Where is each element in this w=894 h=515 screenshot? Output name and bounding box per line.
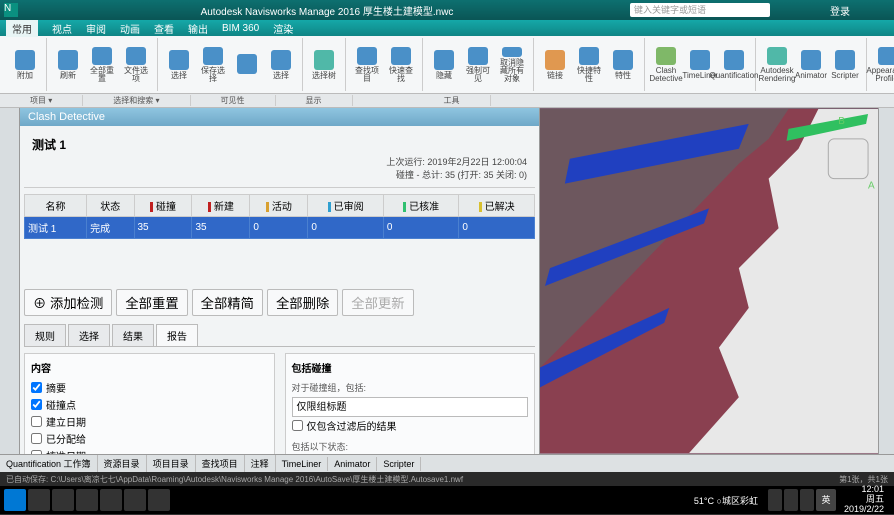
content-title: 内容 [31, 360, 268, 375]
task-icon[interactable] [28, 489, 50, 511]
test-btn-4[interactable]: 全部更新 [342, 289, 413, 316]
btab-Quantification 工作簿[interactable]: Quantification 工作簿 [0, 455, 98, 472]
sub-ribbon: 项目 ▾选择和搜索 ▾可见性显示工具 [0, 94, 894, 108]
panel-title: Clash Detective [20, 108, 539, 126]
sheet-status: 第1张，共1张 [839, 474, 888, 485]
ribbon-附加[interactable]: 附加 [10, 47, 40, 83]
windows-taskbar: 51°C ○城区彩虹 英 12:01周五2019/2/22 [0, 486, 894, 514]
test-btn-1[interactable]: 全部重置 [116, 289, 187, 316]
menu-view[interactable]: 查看 [154, 21, 174, 36]
ribbon: 附加刷新全部重置文件选项选择保存选择选择选择树查找项目快速查找隐藏强制可见取消隐… [0, 36, 894, 94]
3d-viewport[interactable]: B A [540, 108, 878, 454]
ribbon-特性[interactable]: 特性 [608, 47, 638, 83]
tab-报告[interactable]: 报告 [156, 324, 198, 346]
table-row[interactable]: 测试 1完成35350000 [25, 217, 535, 239]
ribbon-Scripter[interactable]: Scripter [830, 47, 860, 83]
task-icon[interactable] [100, 489, 122, 511]
bottom-tabs: Quantification 工作簿资源目录项目目录查找项目注释TimeLine… [0, 454, 894, 472]
ribbon-Appearance Profiler[interactable]: Appearance Profiler [873, 47, 894, 83]
ribbon-强制可见[interactable]: 强制可见 [463, 47, 493, 83]
menu-viewpoint[interactable]: 视点 [52, 21, 72, 36]
btab-Scripter[interactable]: Scripter [377, 457, 421, 471]
btab-查找项目[interactable]: 查找项目 [196, 455, 245, 472]
ribbon-选择树[interactable]: 选择树 [309, 47, 339, 83]
tray-icon[interactable] [800, 489, 814, 511]
svg-text:B: B [838, 116, 845, 127]
chk-摘要: 摘要 [31, 379, 268, 396]
ribbon-Quantification[interactable]: Quantification [719, 47, 749, 83]
task-icon[interactable] [124, 489, 146, 511]
menu-output[interactable]: 输出 [188, 21, 208, 36]
ribbon-全部重置[interactable]: 全部重置 [87, 47, 117, 83]
system-clock[interactable]: 12:01周五2019/2/22 [838, 485, 890, 515]
last-run: 上次运行: 2019年2月22日 12:00:04 [32, 155, 527, 168]
clash-table: 名称状态碰撞新建活动已审阅已核准已解决 测试 1完成35350000 [24, 194, 535, 239]
tab-选择[interactable]: 选择 [68, 324, 110, 346]
menu-animation[interactable]: 动画 [120, 21, 140, 36]
ribbon-Autodesk Rendering[interactable]: Autodesk Rendering [762, 47, 792, 83]
app-logo: N [4, 3, 18, 17]
clash-summary: 碰撞 - 总计: 35 (打开: 35 关闭: 0) [32, 168, 527, 181]
ribbon-快捷特性[interactable]: 快捷特性 [574, 47, 604, 83]
ribbon-取消隐藏所有对象[interactable]: 取消隐藏所有对象 [497, 47, 527, 83]
menu-bar: 常用 视点 审阅 动画 查看 输出 BIM 360 渲染 [0, 20, 894, 36]
tab-结果[interactable]: 结果 [112, 324, 154, 346]
ribbon-保存选择[interactable]: 保存选择 [198, 47, 228, 83]
autosave-status: 已自动保存: C:\Users\离凉七七\AppData\Roaming\Aut… [6, 474, 463, 485]
task-icon[interactable] [76, 489, 98, 511]
chk-碰撞点: 碰撞点 [31, 396, 268, 413]
filter-only-chk[interactable] [292, 420, 303, 431]
btab-资源目录[interactable]: 资源目录 [98, 455, 147, 472]
include-title: 包括碰撞 [292, 360, 529, 375]
test-name: 测试 1 [32, 136, 527, 153]
btab-TimeLiner[interactable]: TimeLiner [276, 457, 329, 471]
btab-Animator[interactable]: Animator [328, 457, 377, 471]
include-sub1: 对于碰撞组，包括: [292, 381, 529, 394]
menu-render[interactable]: 渲染 [273, 21, 293, 36]
left-dock[interactable] [0, 108, 20, 454]
btab-项目目录[interactable]: 项目目录 [147, 455, 196, 472]
right-dock[interactable] [878, 108, 894, 454]
start-button[interactable] [4, 489, 26, 511]
tray-icon[interactable] [768, 489, 782, 511]
task-icon[interactable] [52, 489, 74, 511]
ribbon-刷新[interactable]: 刷新 [53, 47, 83, 83]
clash-panel: Clash Detective 测试 1 上次运行: 2019年2月22日 12… [20, 108, 540, 454]
login-link[interactable]: 登录 [830, 3, 850, 18]
chk-建立日期: 建立日期 [31, 413, 268, 430]
ribbon-查找项目[interactable]: 查找项目 [352, 47, 382, 83]
test-btn-2[interactable]: 全部精简 [192, 289, 263, 316]
ribbon-选择[interactable]: 选择 [164, 47, 194, 83]
search-box[interactable]: 键入关键字或短语 [630, 3, 770, 17]
test-btn-3[interactable]: 全部删除 [267, 289, 338, 316]
include-sub2: 包括以下状态: [292, 440, 529, 453]
ribbon-隐藏[interactable]: 隐藏 [429, 47, 459, 83]
ribbon-选择[interactable]: 选择 [266, 47, 296, 83]
menu-home[interactable]: 常用 [6, 20, 38, 37]
task-icon[interactable] [148, 489, 170, 511]
ribbon-Animator[interactable]: Animator [796, 47, 826, 83]
test-btn-0[interactable]: ⊕ 添加检测 [24, 289, 112, 316]
tray-ime[interactable]: 英 [816, 489, 836, 511]
tab-规则[interactable]: 规则 [24, 324, 66, 346]
svg-text:A: A [868, 181, 875, 192]
tray-icon[interactable] [784, 489, 798, 511]
weather[interactable]: 51°C ○城区彩虹 [694, 494, 758, 507]
ribbon-快速查找[interactable]: 快速查找 [386, 47, 416, 83]
include-select[interactable]: 仅限组标题 [292, 397, 529, 417]
window-title: Autodesk Navisworks Manage 2016 厚生楼土建模型.… [24, 3, 630, 18]
btab-注释[interactable]: 注释 [245, 455, 276, 472]
chk-核准日期: 核准日期 [31, 447, 268, 454]
ribbon-链接[interactable]: 链接 [540, 47, 570, 83]
menu-bim360[interactable]: BIM 360 [222, 23, 259, 34]
ribbon-Clash Detective[interactable]: Clash Detective [651, 47, 681, 83]
ribbon-文件选项[interactable]: 文件选项 [121, 47, 151, 83]
menu-review[interactable]: 审阅 [86, 21, 106, 36]
chk-已分配给: 已分配给 [31, 430, 268, 447]
ribbon-icon[interactable] [232, 47, 262, 83]
